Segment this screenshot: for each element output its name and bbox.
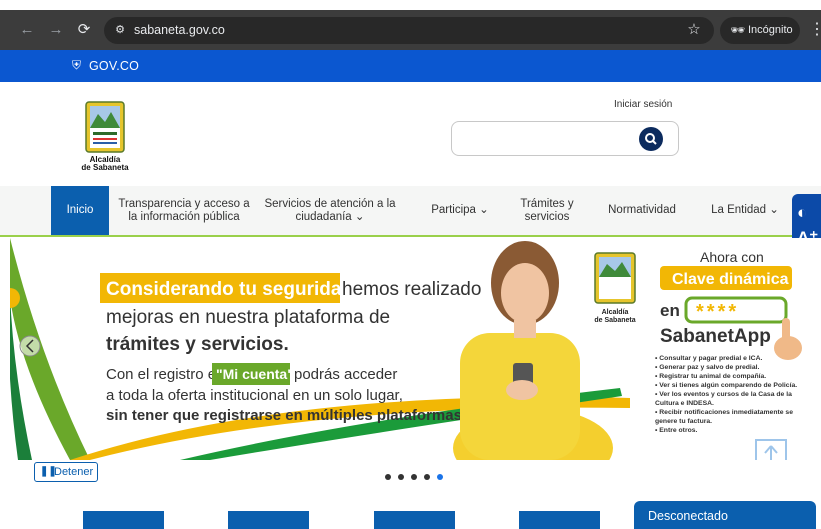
nav-inicio[interactable]: Inicio — [51, 186, 109, 235]
forward-icon[interactable]: → — [46, 20, 66, 40]
feature-3: • Registrar tu animal de compañía. — [655, 373, 766, 380]
hero-line2: mejoras en nuestra plataforma de — [106, 307, 390, 328]
key-badge: Clave dinámica — [672, 271, 789, 288]
nav-la-entidad[interactable]: La Entidad ⌄ — [698, 186, 792, 235]
feature-4: • Ver si tienes algún comparendo de Poli… — [655, 382, 797, 389]
url-text[interactable]: sabaneta.gov.co — [134, 22, 225, 38]
carousel-dot-5[interactable] — [437, 474, 443, 480]
login-link[interactable]: Iniciar sesión — [614, 98, 672, 112]
en-text: en — [660, 301, 680, 320]
hero-logo-line1: Alcaldía — [602, 309, 629, 316]
now-with-text: Ahora con — [700, 249, 764, 265]
pause-icon: ❚❚ — [40, 466, 57, 477]
mi-cuenta-badge: "Mi cuenta" — [216, 366, 294, 382]
logo-caption-line2: de Sabaneta — [81, 163, 129, 172]
hero-line4-pre: Con el registro en — [106, 366, 224, 383]
nav-participa[interactable]: Participa ⌄ — [420, 186, 500, 235]
hero-line5: a toda la oferta institucional en un sol… — [106, 387, 403, 404]
back-icon[interactable]: ← — [17, 20, 37, 40]
nav-transparencia[interactable]: Transparencia y acceso a la información … — [114, 186, 254, 235]
hero-line6: sin tener que registrarse en múltiples p… — [106, 407, 466, 424]
nav-tramites[interactable]: Trámites y servicios — [510, 186, 584, 235]
window-top-strip — [0, 0, 821, 10]
hero-banner[interactable]: Considerando tu seguridad, hemos realiza… — [10, 238, 821, 460]
search-button[interactable] — [639, 127, 663, 151]
carousel-dot-2[interactable] — [398, 474, 404, 480]
logo-caption: Alcaldía de Sabaneta — [66, 156, 144, 172]
hero-logo — [594, 252, 636, 304]
prev-slide-icon[interactable] — [19, 335, 41, 357]
gov-co-link[interactable]: GOV.CO — [89, 58, 139, 74]
feature-6: Cultura e INDESA. — [655, 400, 714, 407]
feature-1: • Consultar y pagar predial e ICA. — [655, 355, 762, 362]
nav-servicios[interactable]: Servicios de atención a la ciudadanía ⌄ — [260, 186, 400, 235]
carousel-dot-3[interactable] — [411, 474, 417, 480]
hero-line4-post: podrás acceder — [294, 366, 397, 383]
chat-status-label: Desconectado — [648, 509, 728, 523]
reload-icon[interactable]: ⟳ — [74, 20, 94, 40]
pause-label: Detener — [54, 466, 94, 478]
carousel-dots — [385, 467, 450, 480]
feature-9: • Entre otros. — [655, 427, 698, 434]
hero-logo-line2: de Sabaneta — [594, 317, 635, 324]
incognito-icon: 🕶 — [730, 23, 746, 37]
nav-normatividad[interactable]: Normatividad — [598, 186, 686, 235]
hero-line3: trámites y servicios. — [106, 334, 289, 355]
feature-5: • Ver los eventos y cursos de la Casa de… — [655, 391, 792, 398]
incognito-label: Incógnito — [748, 24, 793, 36]
search-icon — [645, 133, 657, 145]
gov-shield-icon: ⛨ — [72, 58, 82, 72]
headline-rest: hemos realizado — [342, 279, 481, 300]
headline-highlight: Considerando tu seguridad, — [106, 279, 358, 300]
password-stars: **** — [696, 301, 739, 323]
carousel-dot-1[interactable] — [385, 474, 391, 480]
quick-access-tile-2[interactable] — [228, 511, 309, 529]
quick-access-tile-1[interactable] — [83, 511, 164, 529]
feature-2: • Generar paz y salvo de predial. — [655, 364, 759, 371]
site-info-icon[interactable]: ⚙ — [112, 22, 128, 38]
quick-access-tile-4[interactable] — [519, 511, 600, 529]
feature-8: genere tu factura. — [655, 418, 712, 425]
star-icon[interactable]: ☆ — [684, 20, 704, 40]
quick-access-tile-3[interactable] — [374, 511, 455, 529]
app-name: SabanetApp — [660, 326, 771, 347]
contrast-icon[interactable]: ◐ — [797, 203, 821, 223]
menu-icon[interactable]: ⋮ — [809, 20, 821, 40]
feature-7: • Recibir notificaciones inmediatamente … — [655, 409, 793, 416]
carousel-dot-4[interactable] — [424, 474, 430, 480]
